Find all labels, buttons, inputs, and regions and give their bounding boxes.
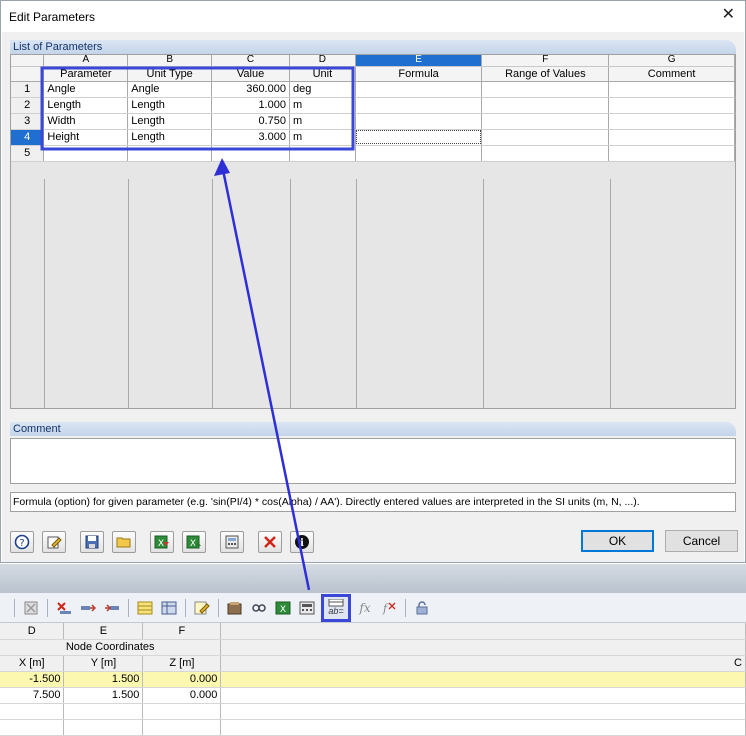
insert-row-icon[interactable]: [78, 598, 98, 618]
delete-icon[interactable]: [258, 531, 282, 553]
svg-text:f: f: [382, 602, 389, 615]
cancel-button[interactable]: Cancel: [665, 530, 738, 552]
node-coordinates-header: Node Coordinates: [0, 639, 222, 656]
info-icon[interactable]: i: [290, 531, 314, 553]
toolbar-grip: [0, 598, 8, 618]
window-separator: [0, 563, 746, 593]
dialog-titlebar: Edit Parameters ✕: [1, 1, 745, 32]
column-header-y: Y [m]: [63, 655, 144, 672]
close-icon[interactable]: ✕: [722, 7, 735, 23]
comment-textarea[interactable]: [10, 438, 736, 484]
main-window-area: X ab= fx f D E F Node Coordinates X [m] …: [0, 563, 746, 736]
table-row[interactable]: 7.500 1.500 0.000: [0, 687, 746, 704]
column-letter-e[interactable]: E: [63, 623, 144, 640]
y-cell[interactable]: 1.500: [63, 671, 144, 688]
dialog-title: Edit Parameters: [9, 9, 96, 24]
excel-icon[interactable]: X: [273, 598, 293, 618]
column-letter-d[interactable]: D: [0, 623, 65, 640]
ok-button[interactable]: OK: [581, 530, 654, 552]
comment-header: Comment: [10, 422, 736, 436]
parameter-formula-icon[interactable]: ab=: [321, 593, 351, 622]
dialog-body: List of Parameters A B C D E F G Paramet…: [2, 32, 744, 562]
parameter-formula-label: ab=: [328, 606, 344, 616]
save-icon[interactable]: [80, 531, 104, 553]
fx-icon[interactable]: fx: [355, 598, 375, 618]
column-header-x: X [m]: [0, 655, 65, 672]
nodes-column-header-row: X [m] Y [m] Z [m] C: [0, 655, 746, 672]
import-excel-icon[interactable]: X: [150, 531, 174, 553]
svg-text:X: X: [158, 539, 164, 549]
svg-text:i: i: [300, 538, 304, 549]
table-row[interactable]: [0, 719, 746, 736]
table-toolbar: X ab= fx f: [0, 593, 746, 623]
column-header-z: Z [m]: [142, 655, 222, 672]
nodes-column-letter-row: D E F: [0, 623, 746, 640]
export-excel-icon[interactable]: X: [182, 531, 206, 553]
insert-row-icon[interactable]: [102, 598, 122, 618]
z-cell[interactable]: 0.000: [142, 687, 222, 704]
table-grid-icon[interactable]: [159, 598, 179, 618]
column-letter-f[interactable]: F: [142, 623, 222, 640]
table-icon[interactable]: [135, 598, 155, 618]
status-text: Formula (option) for given parameter (e.…: [10, 492, 736, 512]
list-of-parameters-header: List of Parameters: [10, 40, 736, 54]
delete-row-icon[interactable]: [54, 598, 74, 618]
parameters-grid[interactable]: A B C D E F G Parameter Unit Type Value …: [10, 54, 736, 409]
delete-icon[interactable]: [21, 598, 41, 618]
link-icon[interactable]: [249, 598, 269, 618]
x-cell[interactable]: 7.500: [0, 687, 65, 704]
svg-text:X: X: [280, 605, 286, 615]
grid-empty-area: [44, 179, 611, 408]
fx-remove-icon[interactable]: f: [379, 598, 399, 618]
edit-icon[interactable]: [42, 531, 66, 553]
table-row[interactable]: -1.500 1.500 0.000: [0, 671, 746, 688]
edit-parameters-dialog: Edit Parameters ✕ List of Parameters A B…: [0, 0, 746, 563]
table-row[interactable]: [0, 703, 746, 720]
svg-text:?: ?: [19, 538, 24, 549]
help-icon[interactable]: ?: [10, 531, 34, 553]
y-cell[interactable]: 1.500: [63, 687, 144, 704]
trailing-column-letter: C: [220, 655, 746, 672]
x-cell[interactable]: -1.500: [0, 671, 65, 688]
z-cell[interactable]: 0.000: [142, 671, 222, 688]
calculator-icon[interactable]: [220, 531, 244, 553]
filter-icon[interactable]: [225, 598, 245, 618]
nodes-group-row: Node Coordinates: [0, 639, 746, 656]
nodes-table: D E F Node Coordinates X [m] Y [m] Z [m]…: [0, 623, 746, 736]
svg-text:X: X: [190, 539, 196, 549]
calculator-icon[interactable]: [297, 598, 317, 618]
edit-table-icon[interactable]: [192, 598, 212, 618]
open-folder-icon[interactable]: [112, 531, 136, 553]
dialog-icon-buttons: ? X X i: [10, 529, 322, 555]
lock-icon[interactable]: [412, 598, 432, 618]
